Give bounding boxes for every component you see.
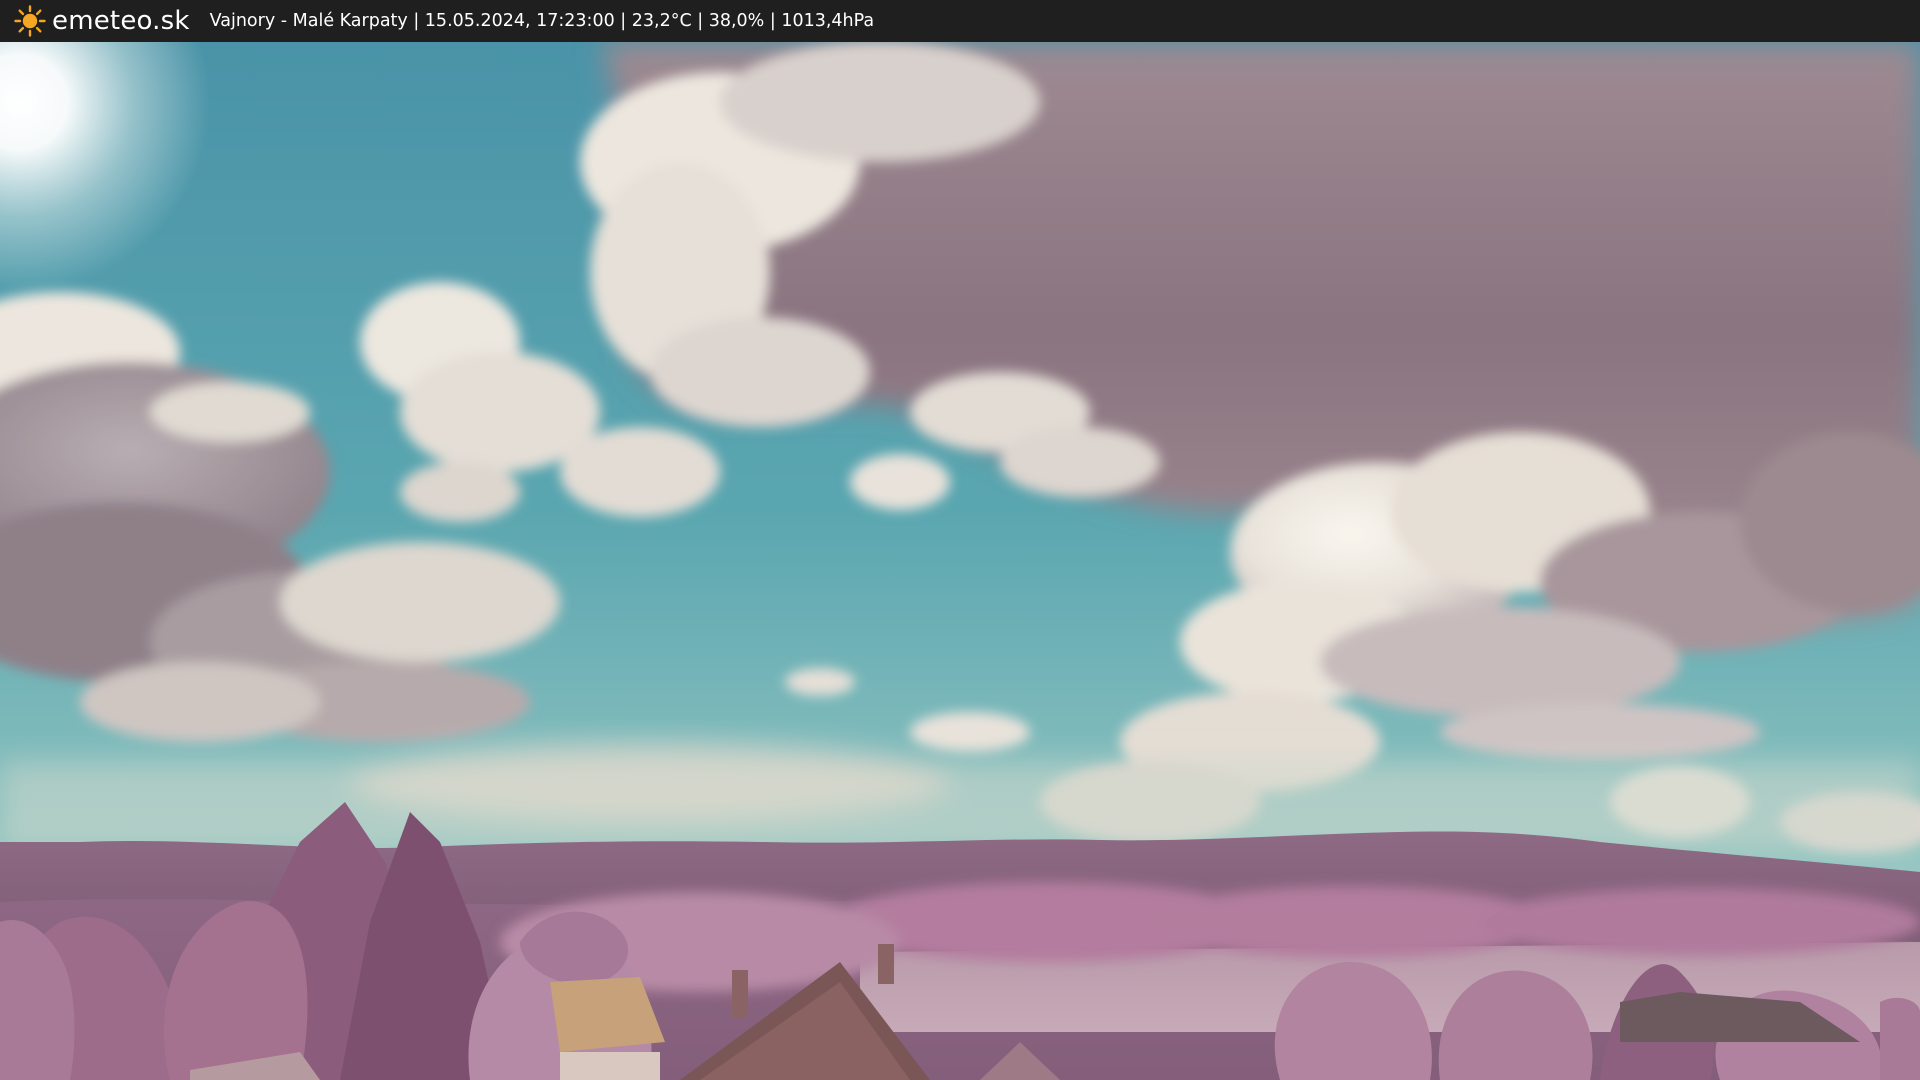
- station-info-caption: Vajnory - Malé Karpaty | 15.05.2024, 17:…: [209, 11, 875, 31]
- webcam-page: emeteo.sk Vajnory - Malé Karpaty | 15.05…: [0, 0, 1920, 1080]
- sun-icon: [14, 5, 46, 37]
- top-info-bar: emeteo.sk Vajnory - Malé Karpaty | 15.05…: [0, 0, 1920, 42]
- brand-logo-text[interactable]: emeteo.sk: [52, 6, 190, 36]
- webcam-image: [0, 42, 1920, 1080]
